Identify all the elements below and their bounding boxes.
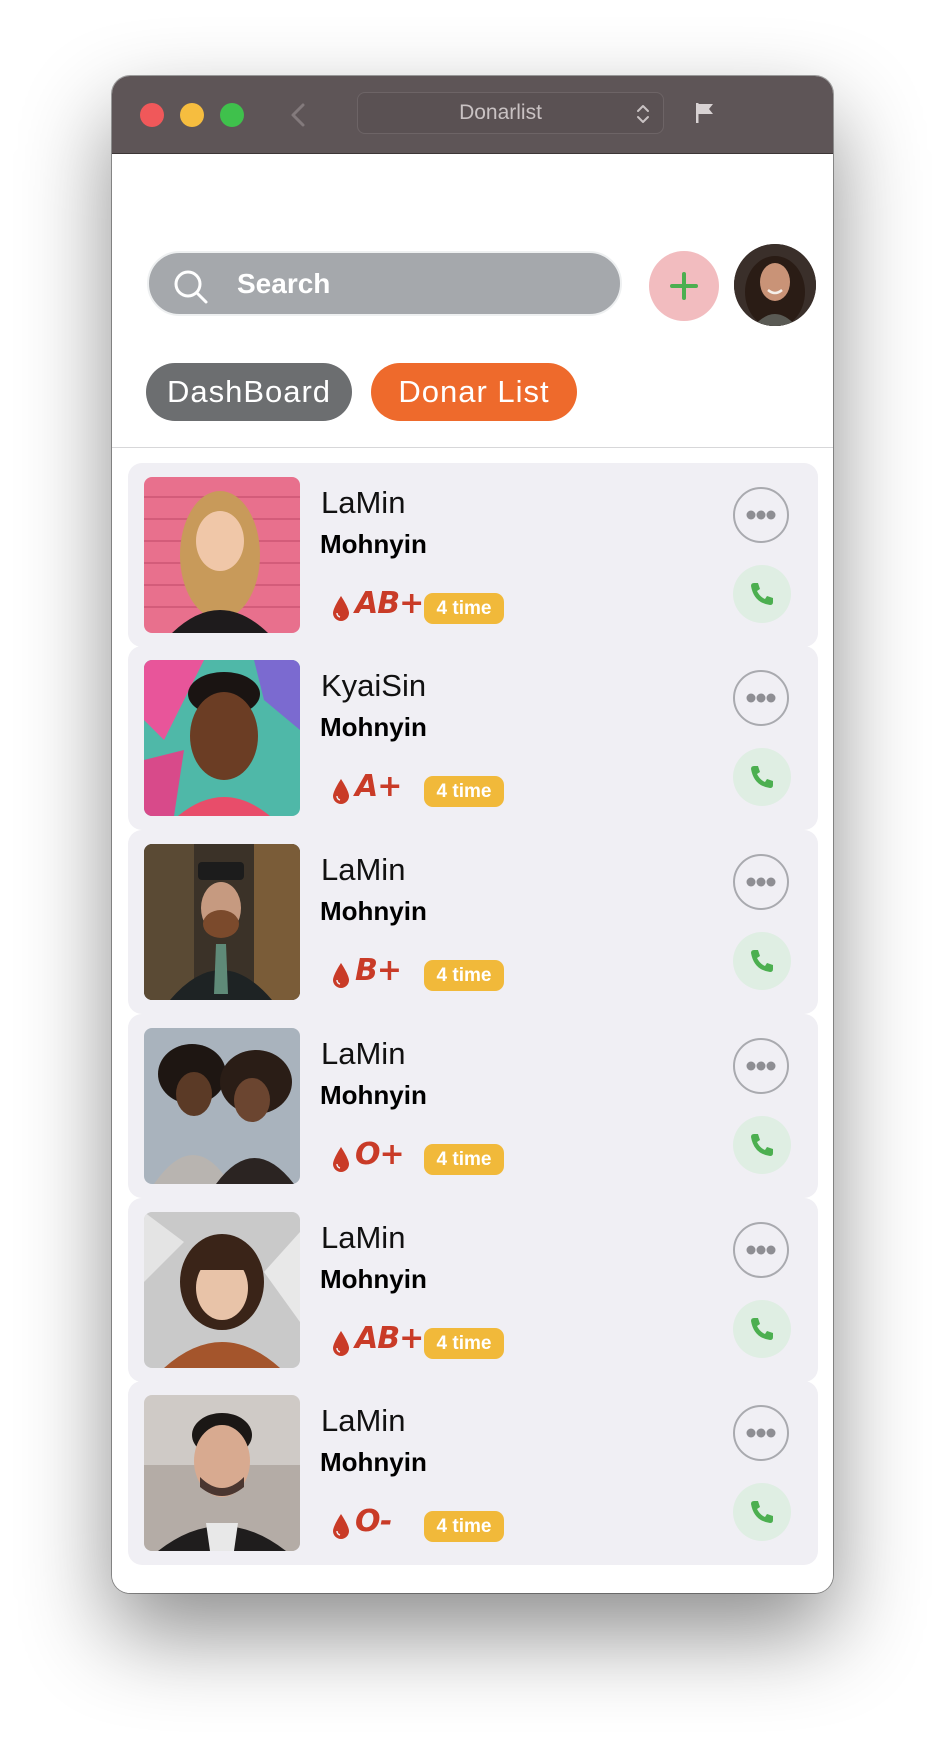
blood-type: O+: [355, 1137, 405, 1172]
plus-icon: [670, 272, 698, 300]
phone-icon: [751, 1134, 773, 1156]
blood-drop-icon: [333, 1331, 349, 1356]
phone-icon: [751, 766, 773, 788]
donor-card[interactable]: LaMin Mohnyin O+ 4 time: [128, 1014, 818, 1198]
app-window: Donarlist Search DashBoard Donar List La…: [112, 76, 833, 1593]
blood-drop-icon: [333, 1514, 349, 1539]
phone-icon: [751, 950, 773, 972]
zoom-window-button[interactable]: [220, 103, 244, 127]
donor-name: LaMin: [321, 1036, 406, 1071]
blood-drop-icon: [333, 596, 349, 621]
more-icon: [746, 510, 776, 520]
call-button[interactable]: [733, 748, 791, 806]
more-options-button[interactable]: [733, 670, 789, 726]
blood-type: A+: [355, 769, 402, 804]
donation-count-badge: 4 time: [424, 1144, 504, 1175]
donor-name: KyaiSin: [321, 668, 427, 703]
blood-drop-icon: [333, 963, 349, 988]
call-button[interactable]: [733, 565, 791, 623]
blood-type: AB+: [355, 586, 424, 621]
phone-icon: [751, 1318, 773, 1340]
donor-card[interactable]: LaMin Mohnyin B+ 4 time: [128, 830, 818, 1014]
donor-list: LaMin Mohnyin AB+ 4 time KyaiSin Mohnyin…: [112, 448, 833, 1593]
add-donor-button[interactable]: [649, 251, 719, 321]
minimize-window-button[interactable]: [180, 103, 204, 127]
blood-drop-icon: [333, 1147, 349, 1172]
tab-dashboard[interactable]: DashBoard: [146, 363, 352, 421]
call-button[interactable]: [733, 932, 791, 990]
donor-photo: [144, 1028, 300, 1184]
donor-location: Mohnyin: [320, 1264, 427, 1294]
more-icon: [746, 1245, 776, 1255]
blood-type: B+: [355, 953, 402, 988]
more-options-button[interactable]: [733, 1405, 789, 1461]
donation-count-badge: 4 time: [424, 960, 504, 991]
donor-card[interactable]: LaMin Mohnyin AB+ 4 time: [128, 463, 818, 647]
app-header: Search DashBoard Donar List: [112, 154, 833, 448]
donor-card[interactable]: LaMin Mohnyin AB+ 4 time: [128, 1198, 818, 1382]
window-title-selector[interactable]: Donarlist: [357, 92, 664, 134]
donor-card[interactable]: KyaiSin Mohnyin A+ 4 time: [128, 646, 818, 830]
phone-icon: [751, 1501, 773, 1523]
donor-photo: [144, 660, 300, 816]
donation-count-badge: 4 time: [424, 1511, 504, 1542]
more-options-button[interactable]: [733, 1038, 789, 1094]
donation-count-badge: 4 time: [424, 1328, 504, 1359]
call-button[interactable]: [733, 1483, 791, 1541]
blood-type: AB+: [355, 1321, 424, 1356]
search-icon: [174, 270, 208, 304]
more-icon: [746, 877, 776, 887]
donor-location: Mohnyin: [320, 1447, 427, 1477]
back-arrow-icon[interactable]: [284, 100, 314, 130]
close-window-button[interactable]: [140, 103, 164, 127]
call-button[interactable]: [733, 1116, 791, 1174]
donor-location: Mohnyin: [320, 1080, 427, 1110]
donation-count-badge: 4 time: [424, 593, 504, 624]
search-placeholder: Search: [237, 268, 331, 299]
call-button[interactable]: [733, 1300, 791, 1358]
donor-photo: [144, 1212, 300, 1368]
chevron-updown-icon: [637, 105, 649, 123]
donation-count-badge: 4 time: [424, 776, 504, 807]
donor-card[interactable]: LaMin Mohnyin O- 4 time: [128, 1381, 818, 1565]
more-options-button[interactable]: [733, 854, 789, 910]
donor-location: Mohnyin: [320, 896, 427, 926]
blood-type: O-: [355, 1504, 393, 1539]
search-input[interactable]: Search: [147, 251, 622, 316]
donor-photo: [144, 1395, 300, 1551]
donor-photo: [144, 477, 300, 633]
blood-drop-icon: [333, 779, 349, 804]
more-options-button[interactable]: [733, 1222, 789, 1278]
donor-photo: [144, 844, 300, 1000]
donor-location: Mohnyin: [320, 529, 427, 559]
donor-name: LaMin: [321, 852, 406, 887]
user-avatar[interactable]: [734, 244, 816, 326]
tab-donar-list[interactable]: Donar List: [371, 363, 577, 421]
more-icon: [746, 1061, 776, 1071]
flag-icon[interactable]: [692, 100, 718, 126]
more-options-button[interactable]: [733, 487, 789, 543]
phone-icon: [751, 583, 773, 605]
donor-name: LaMin: [321, 485, 406, 520]
title-bar: Donarlist: [112, 76, 833, 154]
donor-name: LaMin: [321, 1220, 406, 1255]
donor-name: LaMin: [321, 1403, 406, 1438]
window-title: Donarlist: [459, 101, 542, 124]
donor-location: Mohnyin: [320, 712, 427, 742]
more-icon: [746, 1428, 776, 1438]
more-icon: [746, 693, 776, 703]
